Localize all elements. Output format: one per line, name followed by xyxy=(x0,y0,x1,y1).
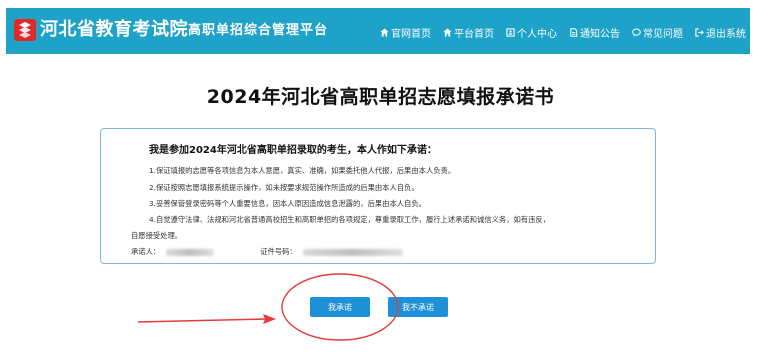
signature-row: 承诺人： 证件号码： xyxy=(131,247,409,257)
nav-label: 平台首页 xyxy=(454,29,494,40)
home-icon xyxy=(380,28,389,37)
commitment-clause: 2.保证按照志愿填报系统提示操作，如未按要求规范操作所造成的后果由本人自负。 xyxy=(149,183,419,192)
commitment-heading: 我是参加2024年河北省高职单招录取的考生，本人作如下承诺： xyxy=(149,145,437,156)
commitment-panel: 我是参加2024年河北省高职单招录取的考生，本人作如下承诺： 1.保证填报的志愿… xyxy=(100,128,656,264)
nav-notices[interactable]: 通知公告 xyxy=(569,25,620,40)
nav-personal-center[interactable]: 个人中心 xyxy=(506,25,557,40)
nav-label: 常见问题 xyxy=(643,29,683,40)
nav-official-home[interactable]: 官网首页 xyxy=(380,25,431,40)
chat-bubble-icon xyxy=(632,28,641,37)
nav-label: 官网首页 xyxy=(391,29,431,40)
id-number-label: 证件号码： xyxy=(260,247,297,256)
signer-label: 承诺人： xyxy=(131,247,161,256)
pointer-arrow-head xyxy=(263,314,276,324)
pointer-arrow-shaft xyxy=(137,318,267,323)
user-card-icon xyxy=(506,28,515,37)
nav-label: 通知公告 xyxy=(580,29,620,40)
disagree-button[interactable]: 我不承诺 xyxy=(388,297,448,317)
commitment-clause: 4.自觉遵守法律、法规和河北省普通高校招生和高职单招的各项规定，尊重录取工作，履… xyxy=(149,215,550,224)
commitment-clause: 自愿接受处理。 xyxy=(131,231,183,240)
top-nav: 官网首页 平台首页 个人中心 通知公告 常见问题 退出系统 xyxy=(380,25,746,40)
logout-icon xyxy=(695,28,704,37)
site-title: 河北省教育考试院 xyxy=(40,19,188,40)
id-number-redacted xyxy=(302,248,403,256)
nav-logout[interactable]: 退出系统 xyxy=(695,25,746,40)
nav-platform-home[interactable]: 平台首页 xyxy=(443,25,494,40)
commitment-clause: 3.妥善保管登录密码等个人重要信息，因本人原因造成信息泄露的，后果由本人自负。 xyxy=(149,199,426,208)
agree-button[interactable]: 我承诺 xyxy=(310,297,370,317)
top-header-bar: 河北省教育考试院 高职单招综合管理平台 官网首页 平台首页 个人中心 通知公告 … xyxy=(6,8,750,54)
signer-name-redacted xyxy=(166,248,215,256)
nav-faq[interactable]: 常见问题 xyxy=(632,25,683,40)
home-icon xyxy=(443,28,452,37)
commitment-clause: 1.保证填报的志愿等各项信息为本人意愿，真实、准确，如果委托他人代报，后果由本人… xyxy=(149,166,456,175)
page-title: 2024年河北省高职单招志愿填报承诺书 xyxy=(206,86,555,108)
nav-label: 个人中心 xyxy=(517,29,557,40)
logo-icon xyxy=(14,19,36,41)
platform-title: 高职单招综合管理平台 xyxy=(188,23,329,38)
document-icon xyxy=(570,28,578,37)
nav-label: 退出系统 xyxy=(706,29,746,40)
